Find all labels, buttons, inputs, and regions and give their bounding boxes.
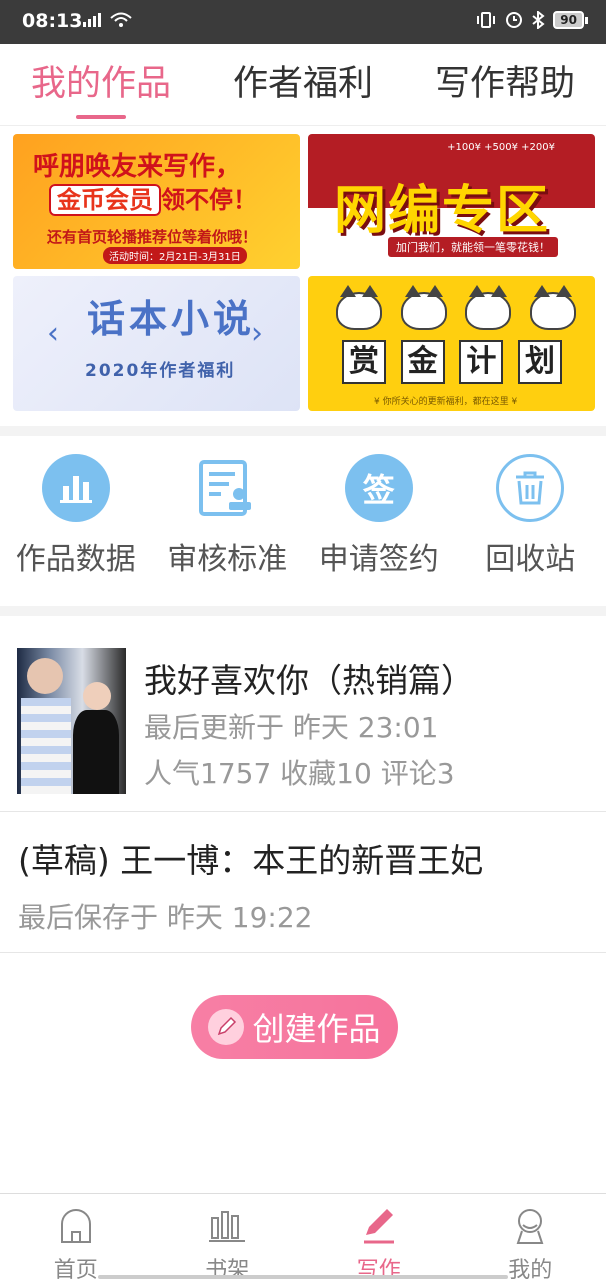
cat-icon bbox=[465, 285, 512, 330]
banner-bounty-plan[interactable]: 赏 金 计 划 ¥ 你所关心的更新福利，都在这里 ¥ bbox=[308, 276, 595, 411]
status-time: 08:13 bbox=[22, 10, 83, 32]
draft-title: (草稿) 王一博：本王的新晋王妃 bbox=[18, 841, 484, 880]
banner-huaben-novel[interactable]: ‹ 话本小说 › 2020年作者福利 bbox=[13, 276, 300, 411]
review-doc-icon bbox=[193, 454, 261, 522]
book-cover bbox=[17, 648, 126, 794]
work-updated: 最后更新于 昨天 23:01 bbox=[144, 711, 439, 744]
banner-invite-friends[interactable]: 呼朋唤友来写作， 金币会员 领不停！ 还有首页轮播推荐位等着你哦！ 活动时间：2月… bbox=[13, 134, 300, 269]
cat-icon bbox=[336, 285, 382, 330]
action-review-standards[interactable]: 审核标准 bbox=[152, 446, 304, 606]
nav-write[interactable]: 写作 bbox=[303, 1194, 455, 1280]
status-bar: 08:13 90 bbox=[0, 0, 606, 44]
nav-mine[interactable]: 我的 bbox=[455, 1194, 606, 1280]
chevron-right-icon: › bbox=[251, 316, 263, 351]
vibrate-icon bbox=[477, 12, 496, 28]
banner-huaben-subtitle: 2020年作者福利 bbox=[85, 361, 236, 381]
action-recycle-bin-label: 回收站 bbox=[485, 542, 576, 577]
action-work-data[interactable]: 作品数据 bbox=[0, 446, 152, 606]
bluetooth-icon bbox=[532, 11, 545, 29]
banner-editor-coins: +100¥ +500¥ +200¥ bbox=[447, 142, 555, 153]
trash-icon bbox=[496, 454, 565, 522]
action-work-data-label: 作品数据 bbox=[15, 542, 136, 577]
banner-invite-line2: 金币会员 领不停！ bbox=[49, 180, 257, 216]
profile-icon bbox=[455, 1204, 606, 1248]
banner-invite-line3: 还有首页轮播推荐位等着你哦！ bbox=[47, 228, 258, 246]
status-right-icons: 90 bbox=[475, 11, 588, 29]
signal-icon bbox=[83, 13, 101, 27]
wifi-icon bbox=[110, 12, 132, 27]
banner-bounty-title: 赏 金 计 划 bbox=[342, 340, 562, 384]
work-item[interactable]: 我好喜欢你（热销篇） 最后更新于 昨天 23:01 人气1757 收藏10 评论… bbox=[0, 616, 606, 812]
action-apply-contract[interactable]: 签 申请签约 bbox=[303, 446, 455, 606]
tab-my-works[interactable]: 我的作品 bbox=[0, 44, 202, 125]
banner-invite-line1: 呼朋唤友来写作， bbox=[33, 152, 242, 182]
battery-level: 90 bbox=[553, 11, 584, 29]
status-left-icons bbox=[82, 12, 132, 28]
home-icon bbox=[0, 1204, 152, 1248]
cat-icon bbox=[400, 285, 447, 330]
section-divider bbox=[0, 426, 606, 436]
banner-editor-zone[interactable]: +100¥ +500¥ +200¥ 网编专区 加门我们，就能领一笔零花钱！ bbox=[308, 134, 595, 269]
action-apply-contract-label: 申请签约 bbox=[318, 542, 439, 577]
nav-home[interactable]: 首页 bbox=[0, 1194, 152, 1280]
home-indicator[interactable] bbox=[98, 1275, 508, 1279]
chevron-left-icon: ‹ bbox=[47, 316, 59, 351]
top-tabs: 我的作品 作者福利 写作帮助 bbox=[0, 44, 606, 126]
bar-chart-icon bbox=[41, 454, 110, 522]
section-divider bbox=[0, 606, 606, 616]
banner-bounty-footer: ¥ 你所关心的更新福利，都在这里 ¥ bbox=[374, 397, 518, 407]
draft-item[interactable]: (草稿) 王一博：本王的新晋王妃 最后保存于 昨天 19:22 bbox=[0, 812, 606, 953]
cat-icon bbox=[529, 285, 576, 330]
sign-icon: 签 bbox=[344, 454, 413, 522]
create-work-label: 创建作品 bbox=[252, 1010, 381, 1048]
pencil-icon bbox=[208, 1009, 245, 1045]
banner-editor-subtitle: 加门我们，就能领一笔零花钱！ bbox=[388, 237, 558, 257]
bottom-nav: 首页 书架 写作 我的 bbox=[0, 1193, 606, 1280]
tab-writing-help[interactable]: 写作帮助 bbox=[404, 44, 606, 125]
create-work-button[interactable]: 创建作品 bbox=[191, 995, 398, 1059]
banner-huaben-title: 话本小说 bbox=[87, 297, 256, 341]
nav-bookshelf[interactable]: 书架 bbox=[152, 1194, 304, 1280]
banner-grid: 呼朋唤友来写作， 金币会员 领不停！ 还有首页轮播推荐位等着你哦！ 活动时间：2月… bbox=[13, 134, 595, 412]
quick-actions: 作品数据 审核标准 签 申请签约 回收站 bbox=[0, 446, 606, 606]
cat-illustrations bbox=[336, 285, 576, 330]
tab-author-benefits[interactable]: 作者福利 bbox=[202, 44, 404, 125]
work-stats: 人气1757 收藏10 评论3 bbox=[144, 757, 455, 790]
work-title: 我好喜欢你（热销篇） bbox=[144, 661, 474, 700]
pencil-icon bbox=[303, 1204, 455, 1248]
banner-invite-date: 活动时间：2月21日-3月31日 bbox=[103, 247, 247, 264]
action-recycle-bin[interactable]: 回收站 bbox=[455, 446, 606, 606]
banner-editor-title: 网编专区 bbox=[334, 181, 551, 241]
draft-saved: 最后保存于 昨天 19:22 bbox=[18, 901, 313, 934]
battery-icon: 90 bbox=[553, 11, 588, 29]
alarm-icon bbox=[506, 12, 523, 28]
action-review-standards-label: 审核标准 bbox=[167, 542, 288, 577]
bookshelf-icon bbox=[152, 1204, 304, 1248]
